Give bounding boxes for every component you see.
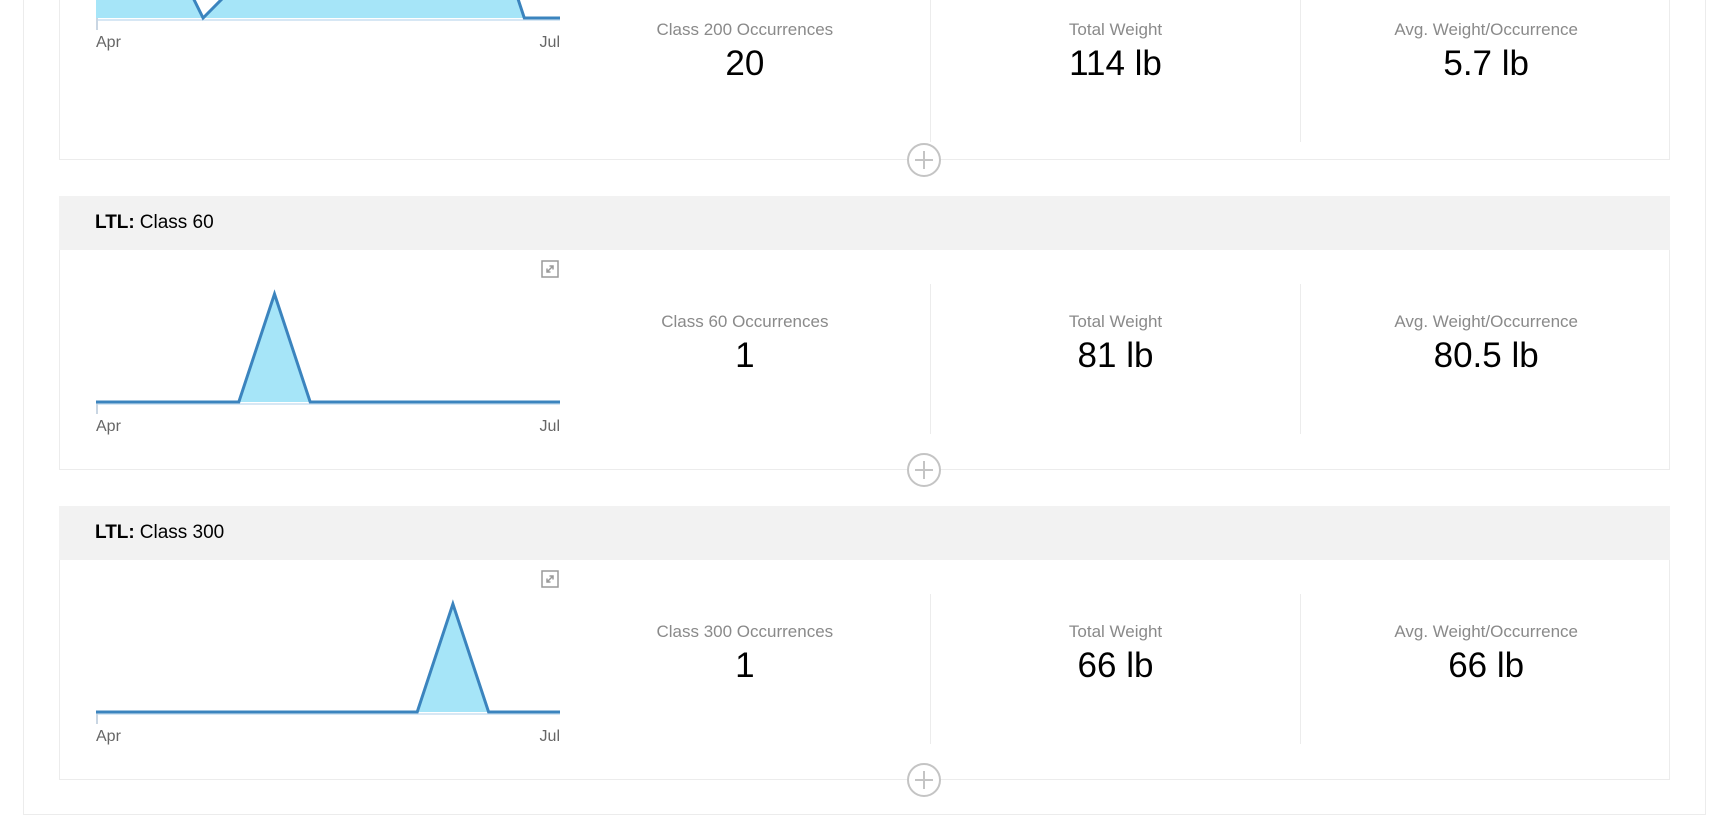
stat-label: Total Weight [1068, 20, 1163, 39]
stat-avg-weight: Avg. Weight/Occurrence 66 lb [1300, 594, 1671, 744]
section-title: Class 60 [139, 212, 214, 233]
chart-class-200: Apr Jul [96, 0, 560, 51]
area-chart-svg [96, 289, 560, 414]
area-chart-svg [96, 0, 560, 30]
stat-total-weight: Total Weight 114 lb [929, 0, 1301, 142]
stat-label: Class 300 Occurrences [656, 622, 834, 641]
stats-row: Class 300 Occurrences 1 Total Weight 66 … [560, 594, 1671, 744]
expand-icon[interactable] [541, 570, 559, 588]
area-fill [96, 0, 560, 18]
section-class-300: LTL: Class 300 Apr Jul Class 300 Occurre… [59, 506, 1671, 797]
stat-label: Class 60 Occurrences [661, 312, 829, 331]
stat-value: 80.5 lb [1433, 336, 1539, 375]
stat-label: Avg. Weight/Occurrence [1394, 20, 1578, 39]
series-line [96, 599, 560, 714]
x-axis-end-label: Jul [539, 728, 560, 745]
stat-occurrences: Class 300 Occurrences 1 [560, 594, 930, 744]
chart-class-300: Apr Jul [96, 592, 560, 745]
section-body: Apr Jul Class 200 Occurrences 20 Total W… [59, 0, 1671, 177]
stat-label: Total Weight [1068, 622, 1163, 641]
x-axis-start-label: Apr [96, 418, 121, 435]
stat-value: 66 lb [1077, 646, 1154, 685]
stat-label: Avg. Weight/Occurrence [1394, 622, 1578, 641]
section-prefix: LTL: [95, 522, 135, 543]
section-body: Apr Jul Class 300 Occurrences 1 Total We… [59, 560, 1671, 797]
stat-label: Total Weight [1068, 312, 1163, 331]
expand-icon[interactable] [541, 260, 559, 278]
stat-avg-weight: Avg. Weight/Occurrence 80.5 lb [1300, 284, 1671, 434]
x-axis-start-label: Apr [96, 728, 121, 745]
section-class-60: LTL: Class 60 Apr Jul Class 60 Occurrenc… [59, 196, 1671, 487]
stat-label: Class 200 Occurrences [656, 20, 834, 39]
x-axis-end-label: Jul [539, 34, 560, 51]
series-line [96, 289, 560, 404]
section-header: LTL: Class 60 [59, 196, 1670, 250]
stat-value: 20 [725, 44, 765, 83]
section-body: Apr Jul Class 60 Occurrences 1 Total Wei… [59, 250, 1671, 487]
stat-value: 1 [735, 336, 755, 375]
area-chart-svg [96, 599, 560, 724]
stats-row: Class 200 Occurrences 20 Total Weight 11… [560, 0, 1671, 142]
add-button[interactable] [907, 143, 941, 177]
stat-label: Avg. Weight/Occurrence [1394, 312, 1578, 331]
stat-value: 114 lb [1069, 44, 1162, 83]
section-prefix: LTL: [95, 212, 135, 233]
chart-class-60: Apr Jul [96, 282, 560, 435]
stat-value: 1 [735, 646, 755, 685]
stats-row: Class 60 Occurrences 1 Total Weight 81 l… [560, 284, 1671, 434]
stat-total-weight: Total Weight 66 lb [929, 594, 1301, 744]
area-fill [96, 604, 560, 712]
add-button[interactable] [907, 763, 941, 797]
area-fill [96, 294, 560, 402]
stat-value: 81 lb [1077, 336, 1154, 375]
section-header: LTL: Class 300 [59, 506, 1670, 560]
stat-value: 5.7 lb [1443, 44, 1529, 83]
stat-total-weight: Total Weight 81 lb [929, 284, 1301, 434]
stat-avg-weight: Avg. Weight/Occurrence 5.7 lb [1300, 0, 1671, 142]
stat-occurrences: Class 60 Occurrences 1 [560, 284, 930, 434]
section-class-200: Apr Jul Class 200 Occurrences 20 Total W… [59, 0, 1671, 177]
x-axis-start-label: Apr [96, 34, 121, 51]
stat-occurrences: Class 200 Occurrences 20 [560, 0, 930, 142]
add-button[interactable] [907, 453, 941, 487]
stat-value: 66 lb [1448, 646, 1525, 685]
x-axis-end-label: Jul [539, 418, 560, 435]
section-title: Class 300 [139, 522, 225, 543]
